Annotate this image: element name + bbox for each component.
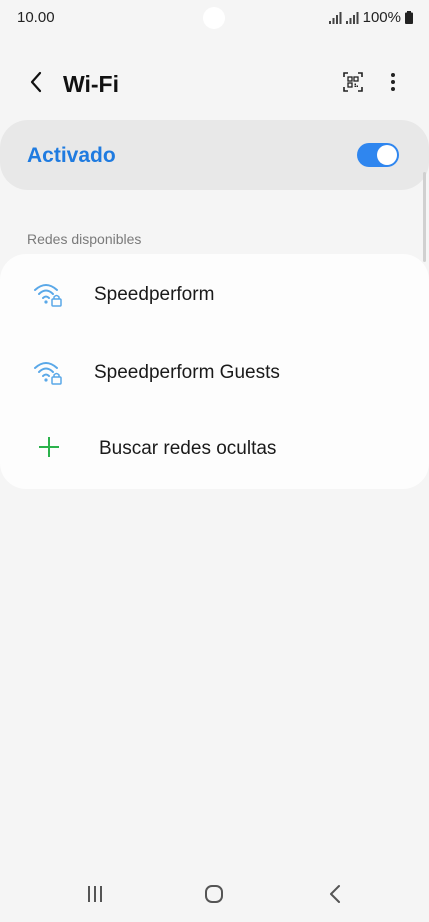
network-item[interactable]: Speedperform (0, 255, 429, 333)
home-button[interactable] (196, 882, 232, 910)
status-indicators: 100% (328, 9, 413, 26)
app-bar: Wi-Fi (0, 58, 429, 110)
wifi-switch[interactable] (357, 143, 399, 167)
signal-icon (328, 11, 342, 24)
status-bar: 10.00 100% (0, 0, 429, 36)
camera-cutout (203, 7, 225, 29)
page-title: Wi-Fi (63, 71, 119, 97)
switch-knob (377, 145, 397, 165)
scroll-indicator[interactable] (423, 172, 426, 262)
network-name: Speedperform Guests (94, 362, 280, 383)
network-name: Speedperform (94, 284, 215, 305)
qr-scan-button[interactable] (337, 68, 369, 100)
wifi-toggle-label: Activado (27, 144, 116, 167)
add-hidden-network-button[interactable]: Buscar redes ocultas (0, 411, 429, 489)
wifi-locked-icon (32, 358, 64, 386)
plus-icon (37, 435, 61, 459)
nav-back-icon (329, 884, 341, 909)
signal-icon (345, 11, 359, 24)
home-icon (204, 884, 224, 909)
status-time: 10.00 (17, 9, 55, 26)
recents-button[interactable] (77, 882, 113, 910)
wifi-toggle-row[interactable]: Activado (0, 120, 429, 190)
wifi-locked-icon (32, 280, 64, 308)
battery-icon (405, 11, 413, 24)
nav-back-button[interactable] (317, 882, 353, 910)
battery-percent: 100% (362, 9, 401, 26)
section-header: Redes disponibles (27, 231, 142, 247)
navigation-bar (0, 872, 429, 920)
recents-icon (86, 885, 104, 908)
back-arrow-icon (29, 71, 43, 98)
back-button[interactable] (20, 68, 52, 100)
network-item[interactable]: Speedperform Guests (0, 333, 429, 411)
add-network-label: Buscar redes ocultas (99, 438, 277, 459)
more-vertical-icon (390, 72, 396, 97)
more-options-button[interactable] (377, 68, 409, 100)
networks-list: Speedperform Speedperform Guests Buscar … (0, 254, 429, 489)
qr-scan-icon (343, 71, 363, 97)
